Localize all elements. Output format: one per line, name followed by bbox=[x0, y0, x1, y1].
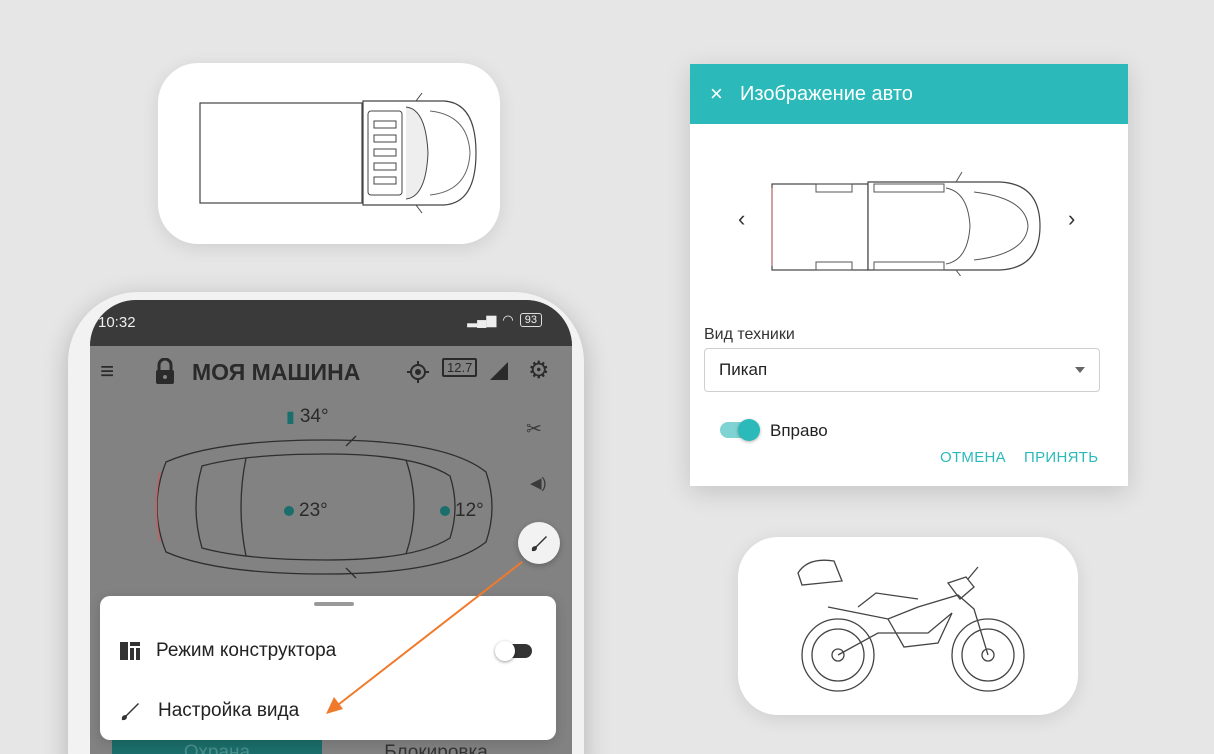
next-vehicle-button[interactable]: › bbox=[1068, 206, 1075, 232]
accept-button[interactable]: ПРИНЯТЬ bbox=[1024, 449, 1098, 466]
dialog-header: × Изображение авто bbox=[690, 64, 1128, 124]
bottom-tabs: Охрана Блокировка bbox=[90, 738, 572, 754]
app-title: МОЯ МАШИНА bbox=[192, 359, 361, 385]
dialog-title: Изображение авто bbox=[740, 82, 913, 105]
motorcycle-preview-card bbox=[738, 537, 1078, 715]
truck-preview-card bbox=[158, 63, 500, 244]
close-icon[interactable]: × bbox=[710, 81, 740, 107]
app-bar: ≡ МОЯ МАШИНА 12.7 ⚙ bbox=[90, 346, 572, 398]
lock-icon[interactable] bbox=[154, 358, 176, 384]
vehicle-type-select[interactable]: Пикап bbox=[704, 348, 1100, 392]
signal-strength-icon[interactable] bbox=[488, 360, 510, 382]
brush-icon bbox=[121, 703, 139, 721]
constructor-mode-label: Режим конструктора bbox=[156, 640, 337, 661]
engine-temperature: 12° bbox=[440, 500, 484, 522]
signal-icon: ▂▄▆ bbox=[467, 312, 497, 327]
bottom-sheet: Режим конструктора Настройка вида bbox=[100, 596, 556, 740]
brush-icon bbox=[531, 536, 547, 552]
direction-label: Вправо bbox=[770, 421, 828, 440]
cabin-temperature: 23° bbox=[284, 500, 328, 522]
vehicle-type-value: Пикап bbox=[719, 360, 768, 379]
dashboard-layout-icon bbox=[120, 642, 140, 660]
vehicle-image-dialog: × Изображение авто ‹ › Вид техники Пикап… bbox=[690, 64, 1128, 486]
status-time: 10:32 bbox=[98, 314, 136, 331]
tab-block[interactable]: Блокировка bbox=[322, 738, 550, 754]
thermometer-icon: ▮ bbox=[286, 409, 295, 426]
battery-voltage-icon[interactable]: 12.7 bbox=[442, 358, 478, 377]
view-settings-label: Настройка вида bbox=[158, 700, 300, 721]
view-settings-row[interactable]: Настройка вида bbox=[120, 700, 299, 722]
cabin-sensor-dot bbox=[284, 506, 294, 516]
menu-icon[interactable]: ≡ bbox=[100, 358, 114, 386]
outside-temperature: ▮ 34° bbox=[286, 406, 329, 427]
truck-top-view-image bbox=[199, 92, 477, 214]
cancel-button[interactable]: ОТМЕНА bbox=[940, 449, 1006, 466]
view-settings-fab[interactable] bbox=[518, 522, 560, 564]
sound-icon[interactable]: ◀) bbox=[530, 474, 547, 492]
motorcycle-side-view-image bbox=[797, 559, 1025, 692]
tab-guard[interactable]: Охрана bbox=[112, 738, 322, 754]
battery-icon: 93 bbox=[519, 313, 542, 327]
gps-icon[interactable] bbox=[406, 360, 430, 384]
status-bar: 10:32 ▂▄▆ ◠ 93 bbox=[90, 300, 572, 346]
direction-toggle[interactable] bbox=[720, 419, 760, 441]
sheet-handle[interactable] bbox=[314, 602, 354, 606]
wifi-icon: ◠ bbox=[502, 312, 514, 327]
constructor-mode-switch[interactable] bbox=[495, 641, 532, 661]
dropdown-caret-icon bbox=[1075, 367, 1085, 373]
settings-gear-icon[interactable]: ⚙ bbox=[528, 356, 550, 385]
constructor-mode-row[interactable]: Режим конструктора bbox=[120, 640, 336, 662]
vehicle-type-label: Вид техники bbox=[704, 326, 795, 343]
pickup-top-view-image bbox=[771, 171, 1041, 276]
engine-sensor-dot bbox=[440, 506, 450, 516]
prev-vehicle-button[interactable]: ‹ bbox=[738, 206, 745, 232]
tools-icon[interactable]: ✂ bbox=[526, 418, 542, 441]
